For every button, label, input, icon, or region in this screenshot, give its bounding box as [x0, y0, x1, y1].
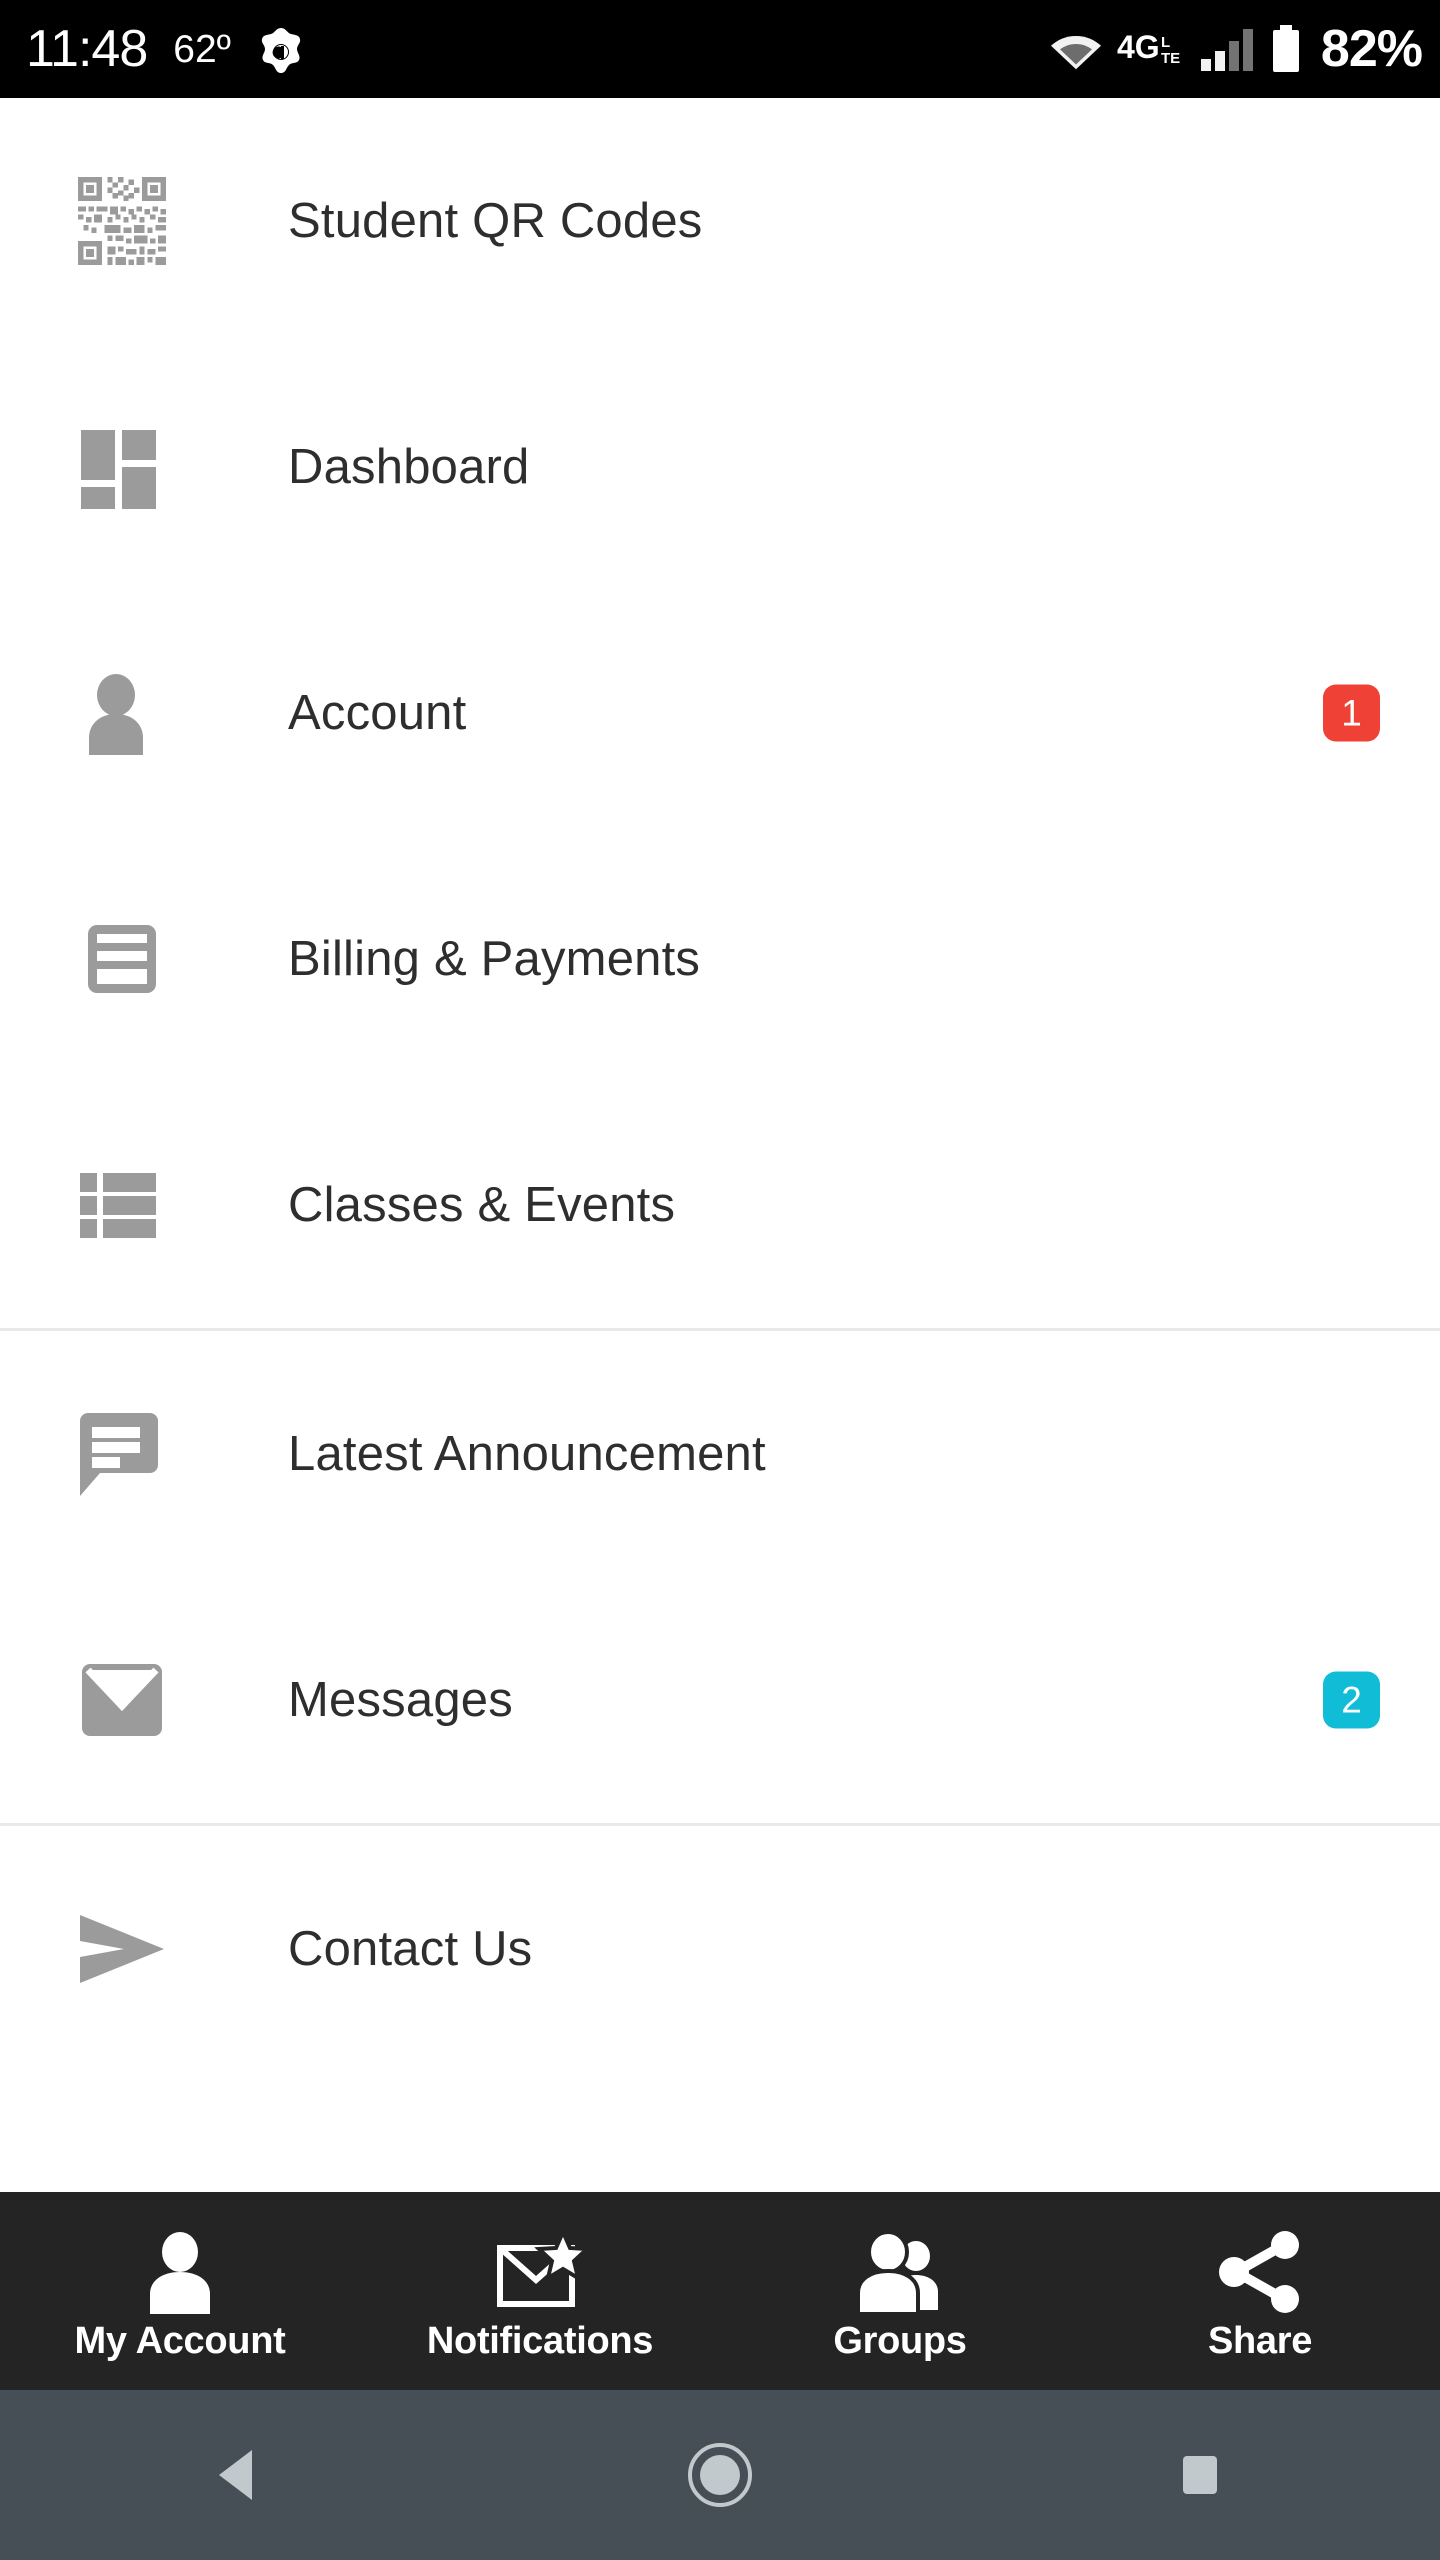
list-icon	[76, 1159, 168, 1251]
person-icon	[76, 667, 168, 759]
bottom-tab-bar: My Account Notifications Groups Share	[0, 2192, 1440, 2390]
battery-percent: 82%	[1320, 20, 1423, 78]
square-recents-icon	[1165, 2440, 1235, 2510]
tab-my-account[interactable]: My Account	[0, 2192, 360, 2390]
svg-text:4G: 4G	[1117, 29, 1160, 65]
tab-label: My Account	[74, 2319, 286, 2362]
speech-bubble-icon	[76, 1408, 168, 1500]
tab-notifications[interactable]: Notifications	[360, 2192, 720, 2390]
menu-item-messages[interactable]: Messages 2	[0, 1577, 1440, 1823]
menu-item-dashboard[interactable]: Dashboard	[0, 344, 1440, 590]
dashboard-grid-icon	[76, 421, 168, 513]
wifi-icon	[1049, 27, 1103, 71]
tab-label: Share	[1207, 2319, 1313, 2362]
nav-home-button[interactable]	[635, 2390, 805, 2560]
tab-groups[interactable]: Groups	[720, 2192, 1080, 2390]
qr-code-icon	[76, 175, 168, 267]
android-nav-bar	[0, 2390, 1440, 2560]
status-badge: 1	[1323, 684, 1380, 742]
menu-item-billing-payments[interactable]: Billing & Payments	[0, 836, 1440, 1082]
tab-label: Groups	[833, 2319, 967, 2362]
status-bar: 11:48 62º 4G L TE 82%	[0, 0, 1440, 98]
app-screen: 11:48 62º 4G L TE 82% Student QR Codes D…	[0, 0, 1440, 2560]
menu-item-student-qr-codes[interactable]: Student QR Codes	[0, 98, 1440, 344]
menu-item-classes-events[interactable]: Classes & Events	[0, 1082, 1440, 1328]
menu-item-account[interactable]: Account 1	[0, 590, 1440, 836]
signal-bars-icon	[1199, 25, 1255, 73]
person-icon	[138, 2220, 222, 2314]
network-4glte-icon: 4G L TE	[1117, 27, 1185, 71]
tab-share[interactable]: Share	[1080, 2192, 1440, 2390]
status-bar-left: 11:48 62º	[26, 23, 305, 75]
battery-icon	[1269, 24, 1303, 74]
menu-item-label: Latest Announcement	[288, 1427, 766, 1481]
svg-text:L: L	[1161, 34, 1170, 51]
menu-item-label: Messages	[288, 1673, 513, 1727]
status-bar-right: 4G L TE 82%	[1049, 20, 1423, 78]
menu-item-label: Dashboard	[288, 440, 530, 494]
status-badge: 2	[1323, 1671, 1380, 1729]
menu-item-label: Classes & Events	[288, 1178, 676, 1232]
menu-item-label: Student QR Codes	[288, 194, 703, 248]
tab-label: Notifications	[426, 2319, 654, 2362]
people-group-icon	[850, 2220, 950, 2314]
nav-recents-button[interactable]	[1115, 2390, 1285, 2560]
menu-item-contact-us[interactable]: Contact Us	[0, 1826, 1440, 2072]
menu-item-label: Contact Us	[288, 1922, 533, 1976]
envelope-icon	[76, 1654, 168, 1746]
menu-item-label: Billing & Payments	[288, 932, 701, 986]
envelope-star-icon	[494, 2220, 586, 2314]
nav-back-button[interactable]	[155, 2390, 325, 2560]
avast-icon	[257, 25, 305, 73]
menu-item-label: Account	[288, 686, 467, 740]
svg-text:TE: TE	[1161, 50, 1180, 67]
status-temperature: 62º	[173, 27, 231, 71]
credit-card-icon	[76, 913, 168, 1005]
menu-list: Student QR Codes Dashboard Account 1 Bil…	[0, 98, 1440, 2072]
paper-plane-icon	[76, 1903, 168, 1995]
share-nodes-icon	[1216, 2220, 1304, 2314]
triangle-back-icon	[205, 2440, 275, 2510]
circle-home-icon	[680, 2435, 760, 2515]
status-clock: 11:48	[26, 20, 148, 78]
menu-item-latest-announcement[interactable]: Latest Announcement	[0, 1331, 1440, 1577]
